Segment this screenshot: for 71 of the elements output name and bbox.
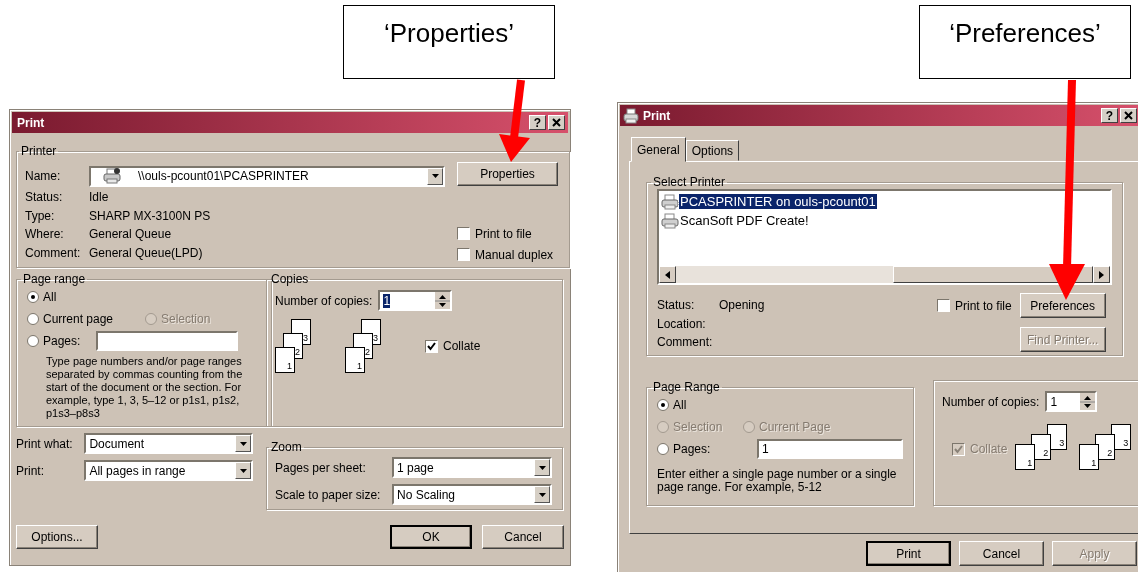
options-button[interactable]: Options...	[16, 525, 98, 549]
group-title: Copies	[270, 272, 310, 286]
callout-label: ‘Properties’	[343, 5, 555, 79]
info-value: Idle	[89, 190, 109, 205]
info-label: Status:	[25, 190, 64, 205]
radio-label: Selection	[161, 312, 211, 326]
zoom-dropdown[interactable]: 1 page	[392, 457, 552, 478]
hint-text: Type page numbers and/or page ranges separated by commas counting from the start of the document or the section. For example, type 1, 3, 5–12 or p1s1, p1s2, p1s3–p8s3	[46, 355, 244, 420]
field-label: Print what:	[16, 436, 74, 451]
info-value: General Queue(LPD)	[89, 245, 203, 260]
radio-label: All	[673, 398, 687, 412]
dialog-button[interactable]: Cancel	[959, 541, 1044, 566]
checkbox-label: Collate	[970, 442, 1008, 456]
callout-label: ‘Preferences’	[919, 5, 1131, 79]
print-dropdown[interactable]: All pages in range	[84, 460, 253, 481]
info-value: SHARP MX-3100N PS	[89, 208, 211, 223]
printer-list-item[interactable]: ScanSoft PDF Create!	[679, 213, 810, 228]
checkbox-label: Manual duplex	[475, 247, 554, 262]
printer-dropdown[interactable]: \\ouls-pcount01\PCASPRINTER	[89, 165, 445, 187]
radio-label: All	[43, 290, 57, 304]
info-value: General Queue	[89, 227, 172, 242]
group-title: Page range	[22, 272, 87, 286]
info-label: Type:	[25, 208, 56, 223]
info-label: Comment:	[657, 335, 714, 350]
print-what-dropdown[interactable]: Document	[84, 433, 253, 454]
help-button[interactable]: ?	[529, 115, 546, 130]
page-sheet: 1	[345, 347, 365, 373]
dialog-button[interactable]: OK	[390, 525, 472, 549]
pages-field[interactable]: 1	[757, 439, 903, 459]
info-label: Status:	[657, 298, 696, 313]
info-label: Comment:	[25, 245, 82, 260]
tab[interactable]: General	[631, 137, 686, 162]
checkbox-label: Collate	[443, 339, 481, 353]
printer-name: \\ouls-pcount01\PCASPRINTER	[137, 169, 310, 183]
info-value: Opening	[719, 298, 765, 313]
page-sheet: 1	[275, 347, 295, 373]
window-title: Print	[17, 115, 46, 130]
checkbox-label: Print to file	[955, 298, 1012, 313]
field-label: Scale to paper size:	[275, 487, 382, 502]
radio-label: Current Page	[759, 420, 831, 434]
copies-value: 1	[383, 293, 391, 308]
field-label: Print:	[16, 463, 45, 478]
properties-button[interactable]: Properties	[457, 162, 558, 186]
info-label: Location:	[657, 316, 707, 331]
hint-text: Enter either a single page number or a single page range. For example, 5-12	[657, 468, 898, 494]
info-label: Where:	[25, 227, 65, 242]
group-title: Select Printer	[652, 175, 727, 189]
field-label: Number of copies:	[275, 293, 373, 308]
field-label: Pages per sheet:	[275, 460, 367, 475]
radio-label: Pages:	[43, 334, 81, 348]
copies-spinbox[interactable]: 1	[1045, 391, 1098, 412]
field-label: Number of copies:	[942, 394, 1040, 409]
radio-label: Pages:	[673, 442, 711, 456]
radio-label: Current page	[43, 312, 114, 326]
group-title: Printer	[20, 144, 58, 158]
radio-label: Selection	[673, 420, 723, 434]
page-sheet: 1	[1079, 444, 1100, 470]
group-title: Page Range	[652, 380, 721, 394]
printer-button[interactable]: Preferences	[1019, 293, 1106, 318]
checkbox-label: Print to file	[475, 226, 532, 241]
page-sheet: 1	[1015, 444, 1036, 470]
window-title: Print	[643, 108, 672, 123]
dialog-button[interactable]: Print	[866, 541, 951, 566]
copies-spinbox[interactable]: 1	[378, 290, 453, 311]
printer-list-item[interactable]: PCASPRINTER on ouls-pcount01	[679, 194, 877, 209]
help-button[interactable]: ?	[1101, 108, 1118, 123]
zoom-dropdown[interactable]: No Scaling	[392, 484, 552, 505]
tab[interactable]: Options	[685, 140, 740, 161]
group-title: Zoom	[270, 440, 303, 454]
field-label: Name:	[25, 169, 62, 183]
dialog-button[interactable]: Cancel	[482, 525, 564, 549]
